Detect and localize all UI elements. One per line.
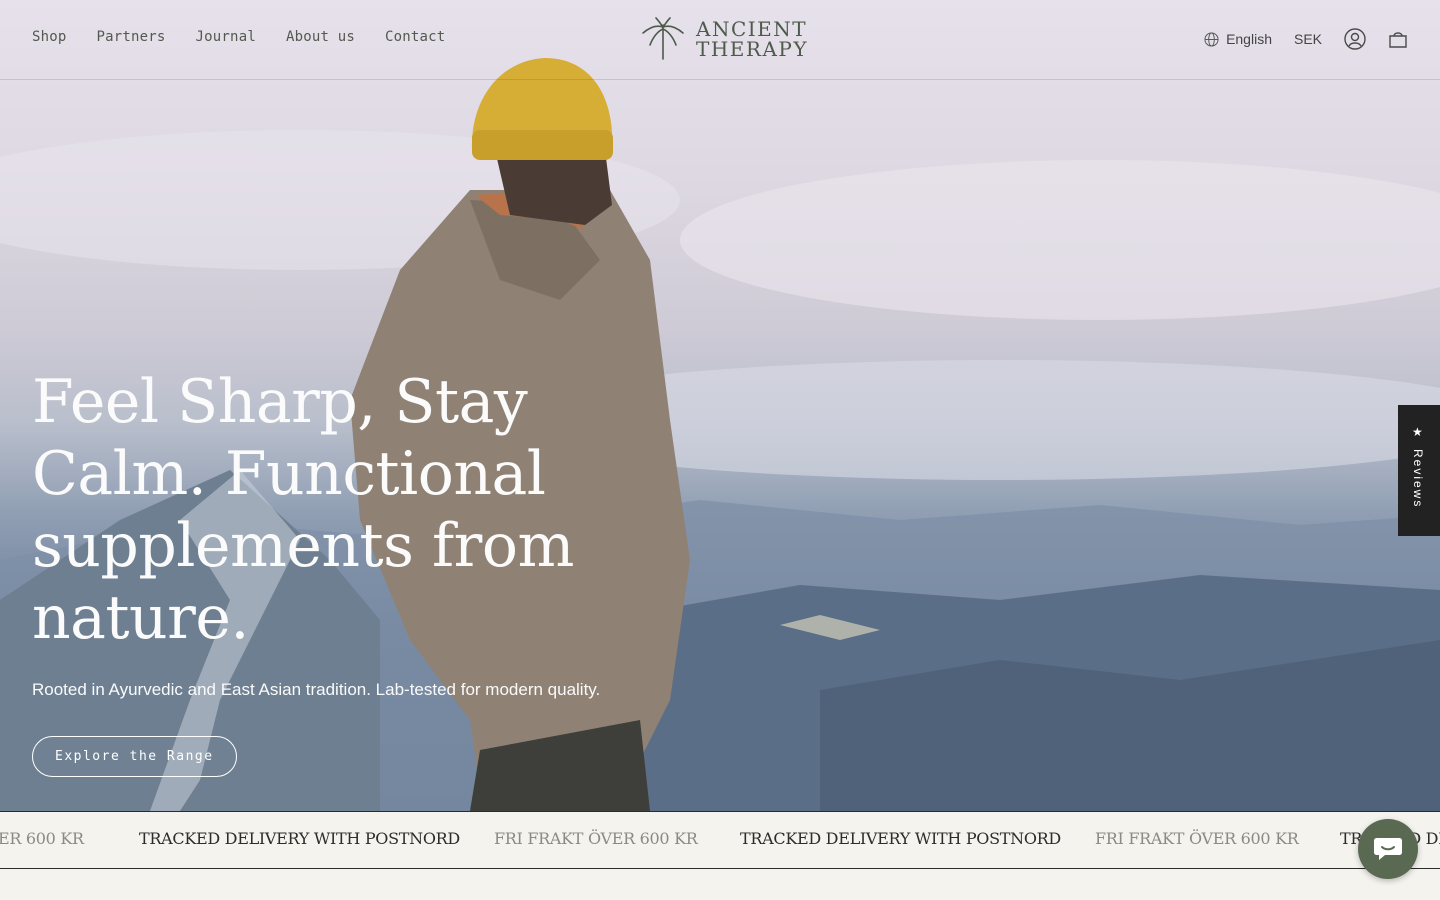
nav-journal[interactable]: Journal: [196, 29, 256, 45]
announcement-marquee: ER 600 KR TRACKED DELIVERY WITH POSTNORD…: [0, 811, 1440, 869]
nav-contact[interactable]: Contact: [385, 29, 445, 45]
palm-logo-icon: [642, 17, 684, 60]
account-icon[interactable]: [1344, 28, 1366, 50]
reviews-label: Reviews: [1411, 449, 1425, 509]
hero-content: Feel Sharp, Stay Calm. Functional supple…: [32, 366, 692, 777]
site-header: Shop Partners Journal About us Contact A…: [0, 0, 1440, 80]
main-nav: Shop Partners Journal About us Contact: [32, 29, 445, 45]
logo-line-ancient: ANCIENT: [696, 17, 808, 41]
chat-button[interactable]: [1358, 819, 1418, 879]
cart-icon[interactable]: [1388, 29, 1408, 49]
marquee-item: TRACKED DELIVERY WITH POSTNORD: [740, 829, 1061, 848]
reviews-tab[interactable]: ★ Reviews: [1398, 405, 1440, 536]
header-utilities: English SEK: [1204, 26, 1408, 52]
globe-icon: [1204, 31, 1219, 47]
nav-partners[interactable]: Partners: [97, 29, 166, 45]
marquee-item: FRI FRAKT ÖVER 600 KR: [494, 829, 698, 848]
marquee-item: TRACKED DELIVERY WITH POSTNORD: [139, 829, 460, 848]
hero-subtitle: Rooted in Ayurvedic and East Asian tradi…: [32, 680, 601, 699]
nav-shop[interactable]: Shop: [32, 29, 67, 45]
logo-line-therapy: THERAPY: [696, 37, 809, 61]
explore-range-button[interactable]: Explore the Range: [32, 736, 237, 777]
nav-about-us[interactable]: About us: [286, 29, 355, 45]
language-label: English: [1226, 31, 1272, 47]
star-icon: ★: [1412, 425, 1423, 439]
chat-bubble-icon: [1374, 838, 1402, 860]
marquee-item: ER 600 KR: [0, 829, 84, 848]
site-logo[interactable]: ANCIENT THERAPY: [640, 17, 808, 61]
currency-selector[interactable]: SEK: [1294, 31, 1322, 47]
hero-title: Feel Sharp, Stay Calm. Functional supple…: [32, 367, 574, 653]
marquee-item: FRI FRAKT ÖVER 600 KR: [1095, 829, 1299, 848]
logo-wordmark: ANCIENT THERAPY: [696, 19, 808, 59]
language-selector[interactable]: English: [1204, 31, 1272, 47]
